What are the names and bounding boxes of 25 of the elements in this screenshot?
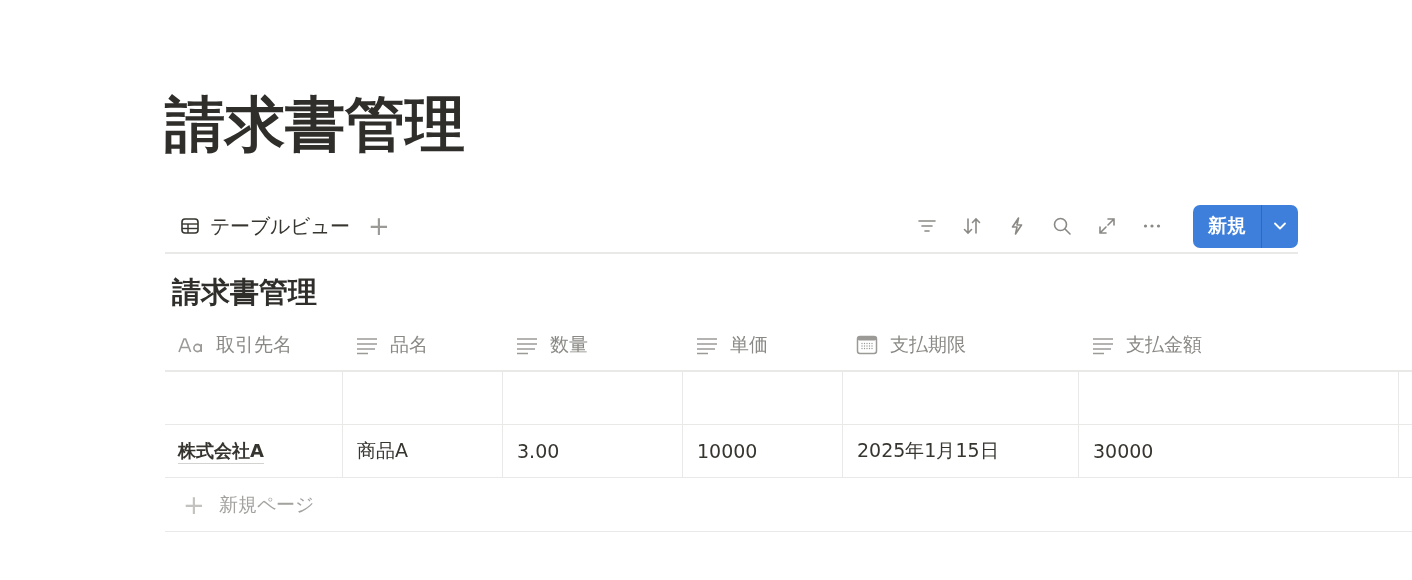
title-property-icon bbox=[178, 336, 204, 354]
table-cell: 3.00 bbox=[517, 440, 560, 462]
table-cell: 10000 bbox=[697, 440, 758, 462]
add-view-button[interactable]: + bbox=[368, 213, 390, 239]
column-header: 支払期限 bbox=[890, 332, 966, 357]
table-cell-text: 2025年1月15日 bbox=[857, 438, 999, 463]
table-cell-text: 商品A bbox=[357, 438, 408, 463]
search-icon[interactable] bbox=[1052, 216, 1072, 236]
new-page-button[interactable]: + 新規ページ bbox=[165, 478, 1412, 532]
calendar-icon bbox=[856, 334, 878, 356]
column-header: 品名 bbox=[390, 332, 428, 357]
view-tab[interactable]: テーブルビュー bbox=[180, 212, 350, 240]
column-header: 数量 bbox=[550, 332, 588, 357]
page-link[interactable]: 株式会社A bbox=[178, 438, 264, 464]
column-header: 単価 bbox=[730, 332, 768, 357]
new-button[interactable]: 新規 bbox=[1193, 204, 1262, 248]
dropdown-button[interactable] bbox=[1262, 204, 1298, 248]
page-title: 請求書管理 bbox=[165, 88, 465, 161]
table-cell: 30000 bbox=[1093, 440, 1154, 462]
table-title: 請求書管理 bbox=[171, 274, 317, 311]
sort-icon[interactable] bbox=[962, 216, 982, 236]
column-header: 取引先名 bbox=[216, 332, 292, 357]
expand-icon[interactable] bbox=[1097, 216, 1117, 236]
column-header: 支払金額 bbox=[1126, 332, 1202, 357]
table-icon bbox=[180, 216, 200, 236]
